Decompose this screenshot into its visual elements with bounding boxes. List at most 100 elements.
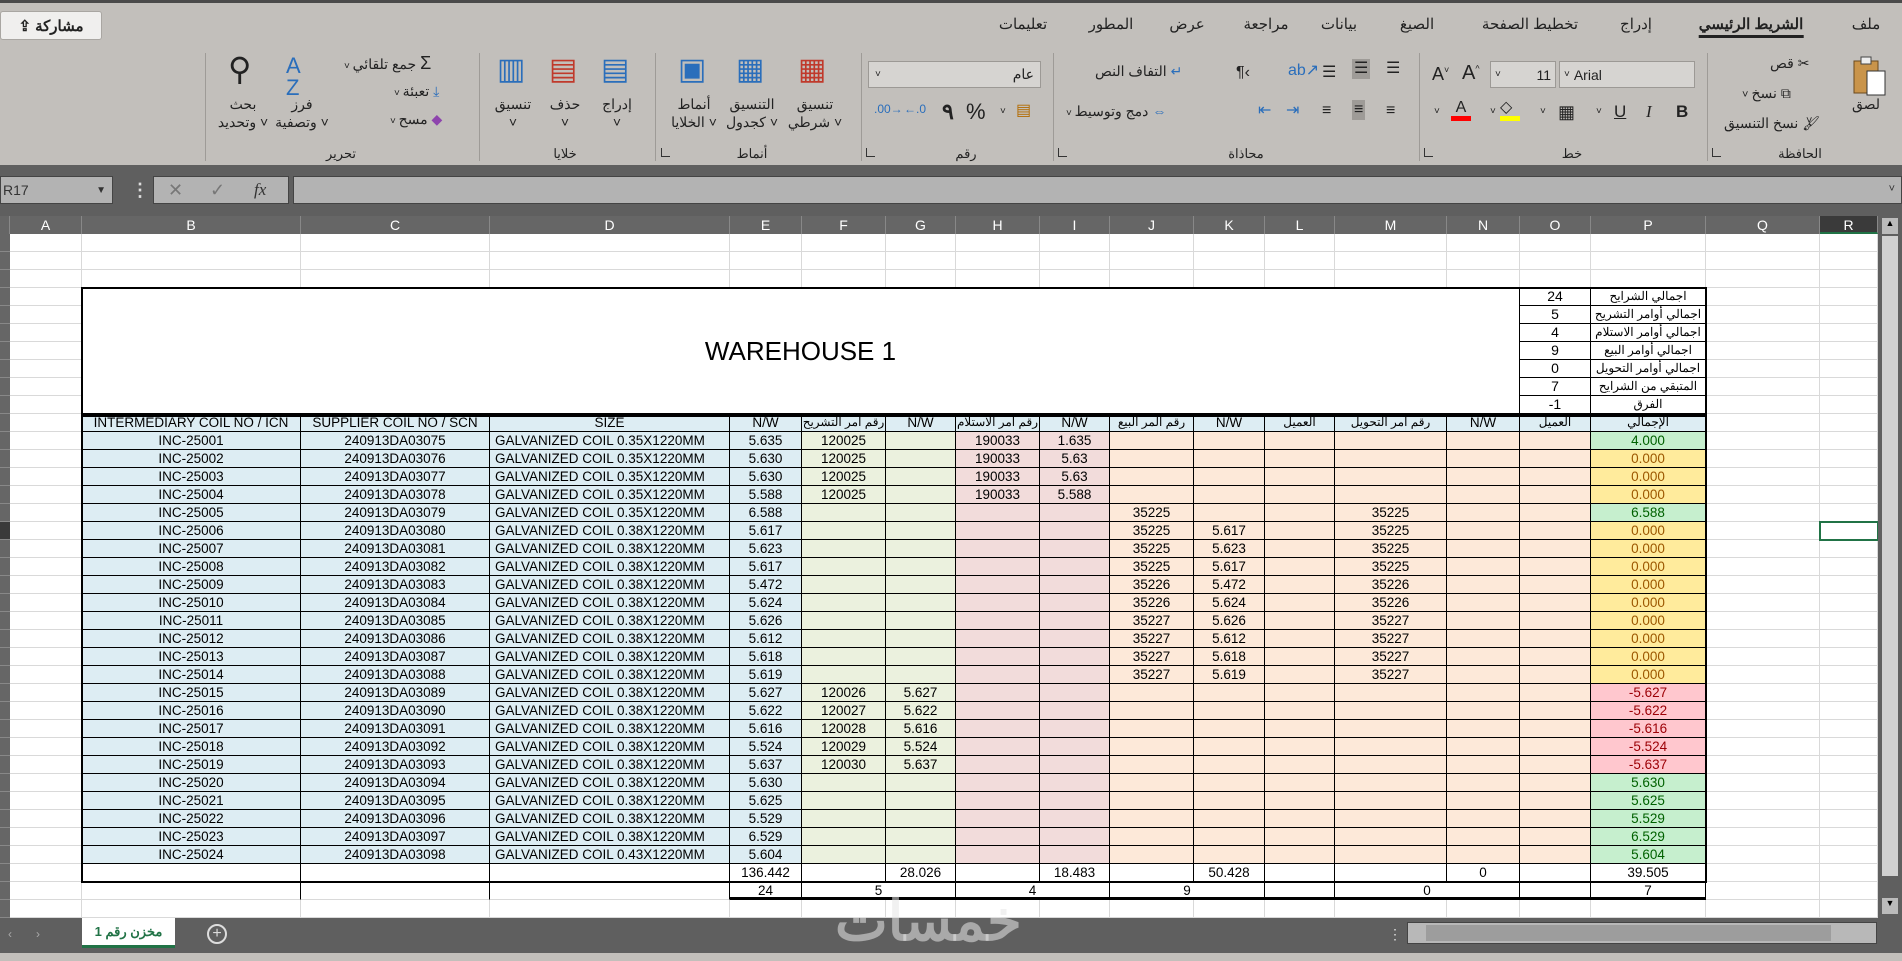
row-header[interactable] (0, 792, 10, 810)
merge-center-button[interactable]: ˅ دمج وتوسيط ⇔ (1066, 103, 1166, 120)
worksheet-grid[interactable]: A B C D E F G H I J K L M N O P Q R WAREHOUSE 1 24 اجمالي ال… (0, 216, 1878, 918)
grid-cell[interactable] (1265, 234, 1335, 252)
grid-cell[interactable] (1194, 234, 1265, 252)
grid-cell[interactable] (1194, 252, 1265, 270)
sort-filter-icon[interactable]: AZ (286, 55, 301, 99)
grid-cell[interactable] (10, 792, 82, 810)
grid-cell[interactable] (10, 810, 82, 828)
grid-cell[interactable] (1706, 324, 1820, 342)
grid-cell[interactable] (1706, 468, 1820, 486)
row-header[interactable] (0, 252, 10, 270)
horizontal-scrollbar[interactable] (1407, 922, 1877, 944)
grid-cell[interactable] (10, 270, 82, 288)
grid-cell[interactable] (1820, 342, 1878, 360)
rtl-icon[interactable]: ¶‹ (1236, 65, 1250, 81)
row-header[interactable] (0, 432, 10, 450)
grid-cell[interactable] (1820, 630, 1878, 648)
underline-button[interactable]: U (1614, 103, 1626, 120)
grid-cell[interactable] (956, 234, 1040, 252)
tab-insert[interactable]: إدراج (1620, 15, 1652, 33)
grid-cell[interactable] (10, 774, 82, 792)
column-header-h[interactable]: H (956, 216, 1040, 234)
align-bottom-icon[interactable]: ☰ (1322, 65, 1336, 81)
grid-cell[interactable] (10, 702, 82, 720)
grid-cell[interactable] (1820, 756, 1878, 774)
increase-indent-icon[interactable]: ⇥ (1286, 103, 1299, 119)
align-top-icon[interactable]: ☰ (1386, 61, 1400, 77)
font-size-select[interactable]: ˅ 11 (1490, 61, 1556, 88)
grid-cell[interactable] (802, 252, 886, 270)
grid-cell[interactable] (730, 270, 802, 288)
grid-cell[interactable] (1706, 756, 1820, 774)
grid-cell[interactable] (1040, 252, 1110, 270)
grid-cell[interactable] (1706, 774, 1820, 792)
grid-cell[interactable] (1040, 234, 1110, 252)
paste-label[interactable]: لصق (1852, 95, 1880, 113)
search-icon[interactable]: ⚲ (228, 53, 251, 85)
grid-cell[interactable] (1706, 738, 1820, 756)
grid-cell[interactable] (1820, 324, 1878, 342)
column-header-d[interactable]: D (490, 216, 730, 234)
grid-cell[interactable] (301, 900, 490, 918)
dialog-launcher-icon[interactable] (1424, 148, 1433, 157)
align-center-icon[interactable]: ≡ (1352, 100, 1366, 120)
grid-cell[interactable] (10, 576, 82, 594)
grid-cell[interactable] (10, 252, 82, 270)
grid-cell[interactable] (10, 468, 82, 486)
sort-filter-button[interactable]: فرز وتصفية ˅ (275, 95, 329, 131)
row-header[interactable] (0, 468, 10, 486)
row-header[interactable] (0, 558, 10, 576)
grid-cell[interactable] (1820, 450, 1878, 468)
row-header[interactable] (0, 666, 10, 684)
grid-cell[interactable] (1820, 504, 1878, 522)
increase-font-size-icon[interactable]: A^ (1462, 63, 1480, 83)
tab-page-layout[interactable]: تخطيط الصفحة (1482, 15, 1578, 33)
italic-button[interactable]: I (1646, 103, 1652, 120)
grid-cell[interactable] (10, 738, 82, 756)
conditional-formatting-icon[interactable]: ▦ (798, 55, 826, 85)
grid-cell[interactable] (1820, 306, 1878, 324)
font-color-icon[interactable]: A (1451, 100, 1471, 121)
grid-cell[interactable] (82, 234, 301, 252)
cancel-icon[interactable]: ✕ (168, 180, 183, 201)
grid-cell[interactable] (1820, 828, 1878, 846)
row-header[interactable] (0, 504, 10, 522)
column-header-m[interactable]: M (1335, 216, 1447, 234)
grid-cell[interactable] (1040, 900, 1110, 918)
grid-cell[interactable] (301, 252, 490, 270)
tab-home[interactable]: الشريط الرئيسي (1698, 15, 1804, 38)
tab-split-handle[interactable]: ⋮ (1388, 926, 1402, 943)
grid-cell[interactable] (1706, 522, 1820, 540)
column-header-r[interactable]: R (1820, 216, 1878, 234)
row-header[interactable] (0, 648, 10, 666)
grid-cell[interactable] (730, 234, 802, 252)
grid-cell[interactable] (1820, 576, 1878, 594)
grid-cell[interactable] (1706, 684, 1820, 702)
grid-cell[interactable] (1820, 684, 1878, 702)
row-header[interactable] (0, 828, 10, 846)
grid-cell[interactable] (1265, 900, 1335, 918)
tab-file[interactable]: ملف (1852, 15, 1881, 33)
grid-cell[interactable] (1820, 864, 1878, 882)
grid-cell[interactable] (10, 846, 82, 864)
comma-style-button[interactable]: ٩ (942, 101, 954, 123)
grid-cell[interactable] (10, 558, 82, 576)
prev-sheet-icon[interactable]: ‹ (8, 927, 12, 941)
grid-cell[interactable] (1706, 666, 1820, 684)
horizontal-scroll-thumb[interactable] (1426, 925, 1831, 941)
grid-cell[interactable] (1194, 900, 1265, 918)
formula-input[interactable]: ˅ (293, 176, 1902, 204)
column-header-n[interactable]: N (1447, 216, 1520, 234)
row-header[interactable] (0, 450, 10, 468)
selected-cell[interactable] (1819, 521, 1878, 541)
conditional-formatting-button[interactable]: تنسيق شرطي ˅ (788, 95, 842, 131)
row-header[interactable] (0, 612, 10, 630)
grid-cell[interactable] (1706, 558, 1820, 576)
grid-cell[interactable] (10, 666, 82, 684)
row-header[interactable] (0, 720, 10, 738)
more-icon[interactable]: ⋮ (131, 180, 149, 201)
row-header[interactable] (0, 864, 10, 882)
grid-cell[interactable] (1706, 810, 1820, 828)
grid-cell[interactable] (10, 288, 82, 306)
grid-cell[interactable] (10, 360, 82, 378)
